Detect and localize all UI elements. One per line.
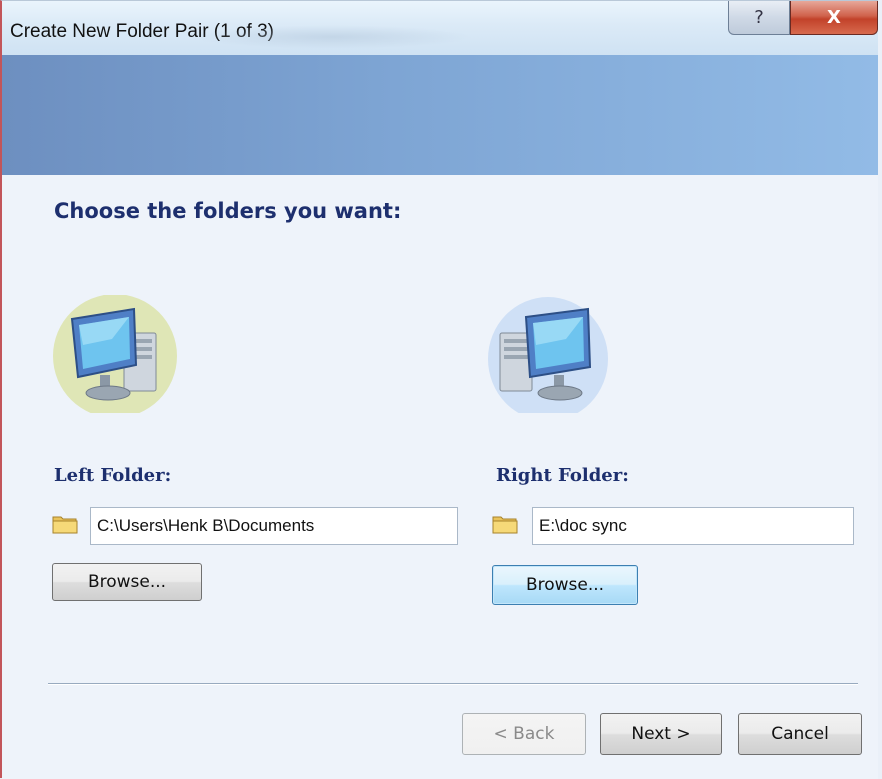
left-browse-label: Browse... [87,572,167,592]
right-browse-button[interactable]: Browse... [492,565,638,605]
wizard-content: Choose the folders you want: Left Folder… [2,175,878,779]
right-browse-label: Browse... [525,575,605,595]
cancel-button[interactable]: Cancel [738,713,862,755]
next-label: Next > [631,724,691,744]
close-button[interactable]: X [790,1,878,35]
close-icon: X [827,7,841,28]
wizard-window: Create New Folder Pair (1 of 3) ? X Choo… [0,0,878,779]
page-heading: Choose the folders you want: [54,199,402,223]
folder-icon [52,513,78,535]
cancel-label: Cancel [771,724,829,744]
next-button[interactable]: Next > [600,713,722,755]
back-button[interactable]: < Back [462,713,586,755]
title-bar[interactable]: Create New Folder Pair (1 of 3) ? X [2,1,878,55]
left-computer-icon [52,295,180,413]
window-controls: ? X [728,1,878,37]
right-folder-path-input[interactable] [532,507,854,545]
right-folder-label: Right Folder: [496,465,629,486]
title-bar-glare [192,25,472,49]
footer-divider [48,683,858,685]
help-button[interactable]: ? [728,1,790,35]
header-banner [2,55,878,175]
right-computer-icon [488,297,612,413]
left-folder-path-input[interactable] [90,507,458,545]
left-folder-label: Left Folder: [54,465,172,486]
folder-icon [492,513,518,535]
help-icon: ? [754,7,764,28]
back-label: < Back [493,724,555,744]
left-browse-button[interactable]: Browse... [52,563,202,601]
